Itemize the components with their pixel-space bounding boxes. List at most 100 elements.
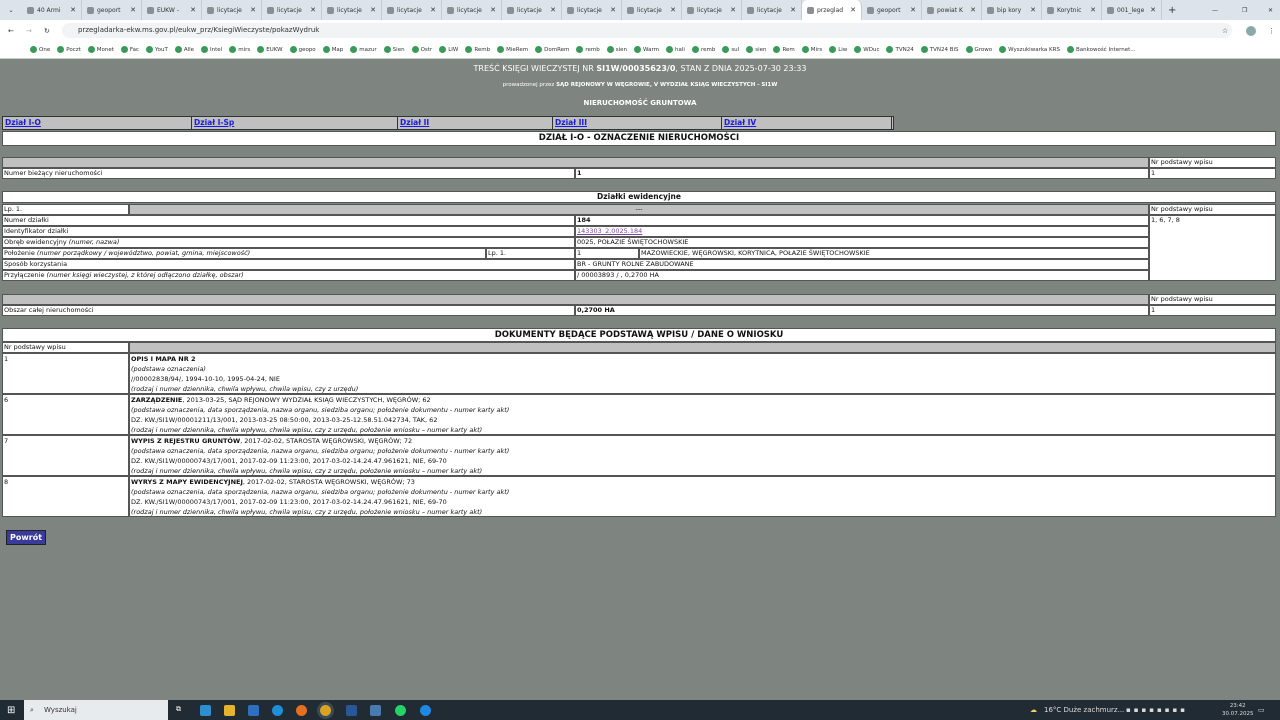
taskbar-search[interactable]: ⌕ Wyszukaj bbox=[24, 700, 168, 720]
tab[interactable]: geoport ✕ bbox=[862, 0, 922, 20]
close-tab-icon[interactable]: ✕ bbox=[970, 6, 976, 14]
close-tab-icon[interactable]: ✕ bbox=[790, 6, 796, 14]
whatsapp-icon[interactable] bbox=[395, 705, 406, 716]
app-icon[interactable] bbox=[200, 705, 211, 716]
maximize-button[interactable]: ❐ bbox=[1242, 7, 1247, 14]
bookmark-star-icon[interactable]: ☆ bbox=[1222, 27, 1228, 35]
tab[interactable]: licytacje ✕ bbox=[382, 0, 442, 20]
back-icon[interactable]: ← bbox=[8, 27, 14, 35]
weather-text[interactable]: 16°C Duże zachmurz... bbox=[1044, 706, 1124, 714]
bookmark[interactable]: mirs bbox=[229, 46, 250, 53]
reload-icon[interactable]: ↻ bbox=[44, 27, 50, 35]
bookmark[interactable]: MieRem bbox=[497, 46, 528, 53]
nav-link[interactable]: Dział II bbox=[400, 118, 429, 127]
close-tab-icon[interactable]: ✕ bbox=[850, 6, 856, 14]
bookmark[interactable]: Wyszukiwarka KRS bbox=[999, 46, 1060, 53]
close-tab-icon[interactable]: ✕ bbox=[430, 6, 436, 14]
close-tab-icon[interactable]: ✕ bbox=[490, 6, 496, 14]
close-tab-icon[interactable]: ✕ bbox=[190, 6, 196, 14]
tab[interactable]: bip kory ✕ bbox=[982, 0, 1042, 20]
tab[interactable]: EUKW - ✕ bbox=[142, 0, 202, 20]
tab[interactable]: licytacje ✕ bbox=[742, 0, 802, 20]
bookmark[interactable]: Warm bbox=[634, 46, 659, 53]
close-tab-icon[interactable]: ✕ bbox=[250, 6, 256, 14]
outlook-icon[interactable] bbox=[248, 705, 259, 716]
close-tab-icon[interactable]: ✕ bbox=[1090, 6, 1096, 14]
bookmark[interactable]: Rem bbox=[773, 46, 795, 53]
bookmark[interactable]: Fac bbox=[120, 46, 139, 53]
edge-icon[interactable] bbox=[272, 705, 283, 716]
notifications-icon[interactable]: ▭ bbox=[1258, 706, 1265, 714]
firefox-icon[interactable] bbox=[296, 705, 307, 716]
close-tab-icon[interactable]: ✕ bbox=[1030, 6, 1036, 14]
close-tab-icon[interactable]: ✕ bbox=[610, 6, 616, 14]
bookmark[interactable]: Intel bbox=[201, 46, 222, 53]
bookmark[interactable]: Bankowość Internet... bbox=[1066, 46, 1136, 53]
profile-avatar[interactable] bbox=[1246, 25, 1256, 36]
tab[interactable]: licytacje ✕ bbox=[562, 0, 622, 20]
nav-link[interactable]: Dział III bbox=[555, 118, 587, 127]
tab[interactable]: 40 Armi ✕ bbox=[22, 0, 82, 20]
close-tab-icon[interactable]: ✕ bbox=[130, 6, 136, 14]
bookmark[interactable]: Mirs bbox=[801, 46, 822, 53]
bookmark[interactable]: Poczt bbox=[57, 46, 81, 53]
app-icon[interactable] bbox=[370, 705, 381, 716]
bookmark[interactable]: geopo bbox=[289, 46, 316, 53]
nav-link[interactable]: Dział I-Sp bbox=[194, 118, 234, 127]
bookmark[interactable]: LIW bbox=[439, 46, 458, 53]
url-input[interactable]: przegladarka-ekw.ms.gov.pl/eukw_prz/Ksie… bbox=[62, 23, 1232, 38]
nav-link[interactable]: Dział IV bbox=[724, 118, 756, 127]
close-window-button[interactable]: ✕ bbox=[1268, 7, 1273, 14]
tab[interactable]: licytacje ✕ bbox=[622, 0, 682, 20]
bookmark[interactable]: sien bbox=[746, 46, 766, 53]
bookmark[interactable]: sul bbox=[722, 46, 739, 53]
close-tab-icon[interactable]: ✕ bbox=[670, 6, 676, 14]
close-tab-icon[interactable]: ✕ bbox=[730, 6, 736, 14]
tab[interactable]: przeglad ✕ bbox=[802, 0, 862, 20]
parcel-id-link[interactable]: 143303_2.0025.184 bbox=[577, 227, 642, 235]
tab-search-icon[interactable]: ⌄ bbox=[0, 7, 22, 14]
bookmark[interactable]: Sien bbox=[383, 46, 405, 53]
tab[interactable]: 001_lege ✕ bbox=[1102, 0, 1162, 20]
bookmark[interactable]: EUKW bbox=[257, 46, 283, 53]
minimize-button[interactable]: — bbox=[1212, 7, 1218, 14]
bookmark[interactable]: Alle bbox=[174, 46, 194, 53]
close-tab-icon[interactable]: ✕ bbox=[910, 6, 916, 14]
bookmark[interactable]: Liw bbox=[829, 46, 847, 53]
tab[interactable]: licytacje ✕ bbox=[262, 0, 322, 20]
close-tab-icon[interactable]: ✕ bbox=[550, 6, 556, 14]
tab[interactable]: licytacje ✕ bbox=[502, 0, 562, 20]
bookmark[interactable]: sien bbox=[606, 46, 627, 53]
tab[interactable]: licytacje ✕ bbox=[202, 0, 262, 20]
forward-icon[interactable]: → bbox=[26, 27, 32, 35]
bookmark[interactable]: remb bbox=[576, 46, 600, 53]
menu-icon[interactable]: ⋮ bbox=[1268, 27, 1275, 35]
bookmark[interactable]: Map bbox=[322, 46, 343, 53]
bookmark[interactable]: YouT bbox=[145, 46, 168, 53]
chrome-icon[interactable] bbox=[320, 705, 331, 716]
tab[interactable]: powiat K ✕ bbox=[922, 0, 982, 20]
tab[interactable]: geoport ✕ bbox=[82, 0, 142, 20]
task-view-icon[interactable]: ⧉ bbox=[176, 705, 187, 716]
bookmark[interactable]: mazur bbox=[350, 46, 377, 53]
bookmark[interactable]: One bbox=[30, 46, 50, 53]
close-tab-icon[interactable]: ✕ bbox=[1150, 6, 1156, 14]
tray-icons[interactable]: ▪▪▪▪▪▪▪▪ bbox=[1126, 706, 1188, 714]
app-icon[interactable] bbox=[346, 705, 357, 716]
tab[interactable]: Korytnic ✕ bbox=[1042, 0, 1102, 20]
back-button[interactable]: Powrót bbox=[6, 530, 47, 545]
weather-icon[interactable]: ☁ bbox=[1030, 706, 1037, 714]
close-tab-icon[interactable]: ✕ bbox=[70, 6, 76, 14]
bookmark[interactable]: TVN24 bbox=[886, 46, 914, 53]
tab[interactable]: licytacje ✕ bbox=[322, 0, 382, 20]
nav-link[interactable]: Dział I-O bbox=[5, 118, 41, 127]
app-icon[interactable] bbox=[420, 705, 431, 716]
bookmark[interactable]: hali bbox=[666, 46, 685, 53]
clock[interactable]: 23:42 30.07.2025 bbox=[1222, 702, 1254, 718]
bookmark[interactable]: DomRem bbox=[535, 46, 569, 53]
close-tab-icon[interactable]: ✕ bbox=[370, 6, 376, 14]
new-tab-button[interactable]: + bbox=[1168, 5, 1176, 16]
bookmark[interactable]: Remb bbox=[465, 46, 490, 53]
bookmark[interactable]: remb bbox=[691, 46, 715, 53]
start-icon[interactable]: ⊞ bbox=[7, 705, 15, 716]
